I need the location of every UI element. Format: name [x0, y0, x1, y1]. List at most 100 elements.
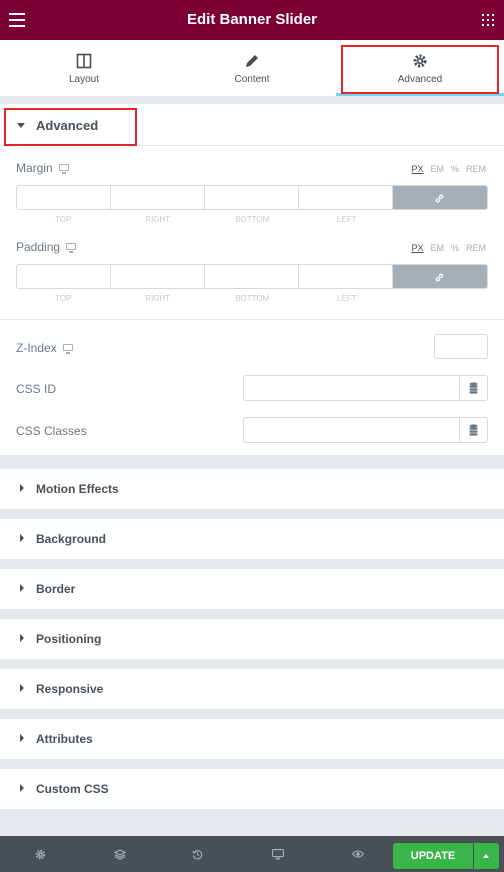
zindex-label: Z-Index: [16, 341, 73, 355]
caret-right-icon: [20, 784, 24, 792]
padding-unit-px[interactable]: PX: [411, 243, 423, 253]
section-custom-css[interactable]: Custom CSS: [0, 769, 504, 809]
margin-top-input[interactable]: [17, 186, 111, 209]
caret-right-icon: [20, 484, 24, 492]
margin-bottom-label: BOTTOM: [235, 215, 270, 224]
margin-right-input[interactable]: [111, 186, 205, 209]
section-title: Custom CSS: [36, 782, 109, 796]
save-options-button[interactable]: [474, 843, 499, 869]
link-icon: [435, 273, 444, 282]
padding-bottom-label: BOTTOM: [235, 294, 270, 303]
pencil-icon: [246, 55, 258, 67]
tab-advanced-label: Advanced: [397, 74, 443, 85]
advanced-section-title: Advanced: [36, 118, 99, 133]
margin-unit-percent[interactable]: %: [451, 164, 459, 174]
padding-field-labels: TOP RIGHT BOTTOM LEFT: [16, 294, 394, 303]
padding-unit-rem[interactable]: REM: [466, 243, 486, 253]
margin-field-labels: TOP RIGHT BOTTOM LEFT: [16, 215, 394, 224]
advanced-section-header[interactable]: Advanced: [0, 104, 504, 146]
panel-tabs: Layout Content Advanced: [0, 40, 504, 96]
section-title: Background: [36, 532, 107, 546]
update-button[interactable]: UPDATE: [393, 843, 473, 869]
section-title: Motion Effects: [36, 482, 119, 496]
padding-left-input[interactable]: [299, 265, 393, 288]
navigator-button[interactable]: [100, 836, 140, 872]
settings-button[interactable]: [21, 836, 61, 872]
padding-right-input[interactable]: [111, 265, 205, 288]
section-attributes[interactable]: Attributes: [0, 719, 504, 759]
panel-title: Edit Banner Slider: [186, 11, 318, 28]
responsive-mode-button[interactable]: [258, 836, 298, 872]
eye-icon: [352, 850, 364, 858]
padding-label: Padding: [16, 240, 77, 254]
desktop-icon[interactable]: [66, 243, 77, 253]
section-title: Responsive: [36, 682, 104, 696]
section-background[interactable]: Background: [0, 519, 504, 559]
gear-icon: [413, 54, 427, 68]
caret-right-icon: [20, 734, 24, 742]
margin-bottom-input[interactable]: [205, 186, 299, 209]
margin-link-button[interactable]: [393, 186, 487, 209]
margin-left-input[interactable]: [299, 186, 393, 209]
zindex-label-text: Z-Index: [16, 341, 57, 355]
margin-label: Margin: [16, 161, 69, 175]
padding-top-input[interactable]: [17, 265, 111, 288]
layers-icon: [114, 849, 126, 860]
tab-content-label: Content: [234, 74, 270, 85]
padding-unit-em[interactable]: EM: [430, 243, 444, 253]
section-responsive[interactable]: Responsive: [0, 669, 504, 709]
gear-icon: [35, 849, 46, 860]
desktop-icon: [272, 849, 284, 860]
link-icon: [435, 194, 444, 203]
padding-left-label: LEFT: [336, 294, 357, 303]
padding-inputs: [16, 264, 488, 289]
caret-right-icon: [20, 584, 24, 592]
database-icon: [469, 424, 478, 436]
desktop-icon[interactable]: [62, 344, 73, 354]
dynamic-tags-button[interactable]: [459, 418, 487, 442]
caret-right-icon: [20, 684, 24, 692]
margin-unit-rem[interactable]: REM: [466, 164, 486, 174]
section-title: Border: [36, 582, 76, 596]
columns-icon: [76, 53, 92, 69]
margin-label-text: Margin: [16, 161, 53, 175]
tab-layout-label: Layout: [68, 74, 100, 85]
desktop-icon[interactable]: [58, 164, 69, 174]
css-classes-label: CSS Classes: [16, 424, 87, 438]
section-title: Positioning: [36, 632, 102, 646]
section-border[interactable]: Border: [0, 569, 504, 609]
tab-content[interactable]: Content: [168, 40, 336, 96]
section-motion-effects[interactable]: Motion Effects: [0, 469, 504, 509]
section-positioning[interactable]: Positioning: [0, 619, 504, 659]
margin-left-label: LEFT: [336, 215, 357, 224]
database-icon: [469, 382, 478, 394]
caret-right-icon: [20, 534, 24, 542]
css-id-label: CSS ID: [16, 382, 57, 396]
padding-unit-percent[interactable]: %: [451, 243, 459, 253]
css-classes-input[interactable]: [243, 417, 488, 443]
padding-bottom-input[interactable]: [205, 265, 299, 288]
padding-link-button[interactable]: [393, 265, 487, 288]
dynamic-tags-button[interactable]: [459, 376, 487, 400]
margin-inputs: [16, 185, 488, 210]
css-id-input[interactable]: [243, 375, 488, 401]
margin-units: PX EM % REM: [404, 164, 486, 174]
margin-unit-em[interactable]: EM: [430, 164, 444, 174]
margin-top-label: TOP: [55, 215, 72, 224]
tab-layout[interactable]: Layout: [0, 40, 168, 96]
margin-right-label: RIGHT: [145, 215, 171, 224]
padding-label-text: Padding: [16, 240, 61, 254]
padding-top-label: TOP: [55, 294, 72, 303]
section-title: Attributes: [36, 732, 93, 746]
preview-button[interactable]: [338, 836, 378, 872]
panel-header: Edit Banner Slider: [0, 0, 504, 40]
padding-right-label: RIGHT: [145, 294, 171, 303]
caret-right-icon: [20, 634, 24, 642]
tab-advanced[interactable]: Advanced: [336, 40, 504, 96]
widgets-grid-icon[interactable]: [482, 14, 494, 26]
history-icon: [192, 850, 203, 860]
padding-units: PX EM % REM: [404, 243, 486, 253]
history-button[interactable]: [178, 836, 218, 872]
zindex-input[interactable]: [434, 334, 488, 359]
margin-unit-px[interactable]: PX: [411, 164, 423, 174]
